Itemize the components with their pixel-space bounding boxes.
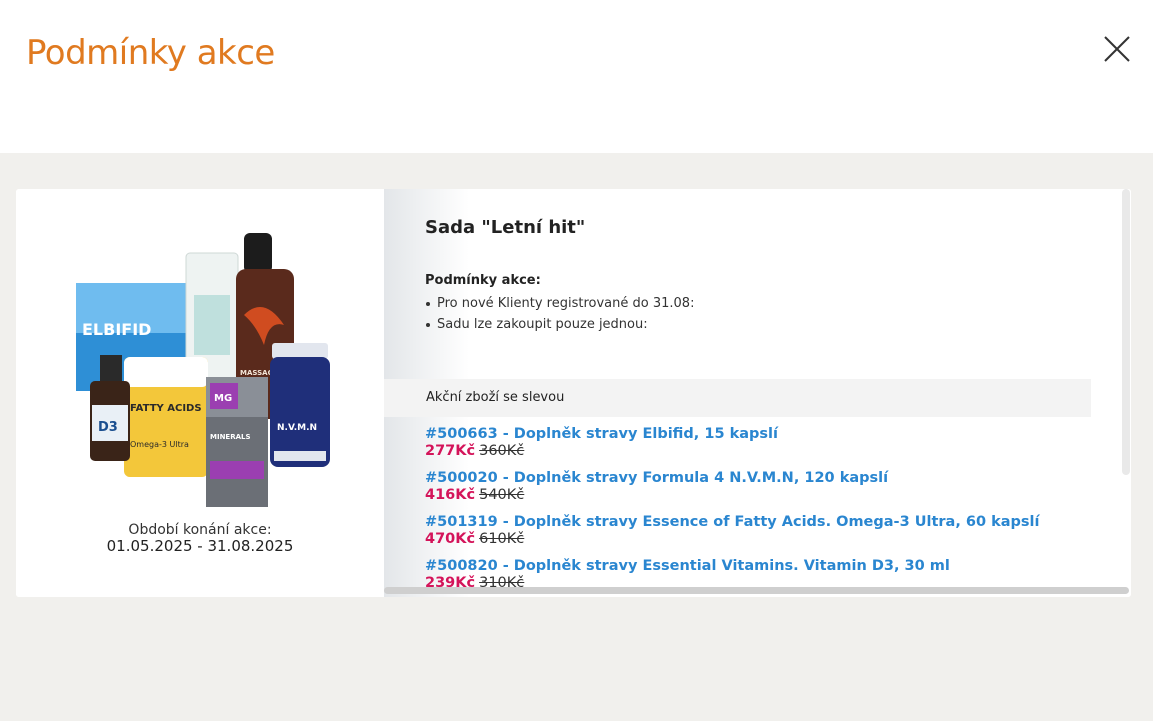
- product-link[interactable]: #500020 - Doplněk stravy Formula 4 N.V.M…: [425, 469, 1085, 487]
- price-new: 416Kč: [425, 487, 476, 503]
- minerals-label: MINERALS: [210, 433, 251, 441]
- modal-header: Podmínky akce: [0, 0, 1153, 153]
- elbifid-label: ELBIFID: [82, 320, 151, 339]
- promo-image-panel: ELBIFID MASSAGE BALSAM FATTY ACIDS Omega…: [16, 189, 384, 597]
- product-link[interactable]: #500663 - Doplněk stravy Elbifid, 15 kap…: [425, 425, 1085, 443]
- list-item: #500663 - Doplněk stravy Elbifid, 15 kap…: [425, 425, 1085, 469]
- price-old: 610Kč: [479, 531, 525, 547]
- product-link[interactable]: #501319 - Doplněk stravy Essence of Fatt…: [425, 513, 1085, 531]
- vertical-scrollbar[interactable]: [1122, 189, 1130, 475]
- discount-heading: Akční zboží se slevou: [426, 390, 565, 405]
- price-line: 416Kč 540Kč: [425, 487, 1085, 504]
- promo-card: ELBIFID MASSAGE BALSAM FATTY ACIDS Omega…: [16, 189, 1131, 597]
- price-old: 360Kč: [479, 443, 525, 459]
- price-new: 277Kč: [425, 443, 476, 459]
- close-button[interactable]: [1101, 33, 1133, 65]
- set-title: Sada "Letní hit": [425, 217, 586, 238]
- modal-title: Podmínky akce: [26, 33, 275, 73]
- price-line: 470Kč 610Kč: [425, 531, 1085, 548]
- list-item: #501319 - Doplněk stravy Essence of Fatt…: [425, 513, 1085, 557]
- condition-item: Pro nové Klienty registrované do 31.08:: [425, 293, 694, 314]
- close-icon: [1104, 36, 1130, 62]
- d3-label: D3: [98, 420, 118, 435]
- price-line: 277Kč 360Kč: [425, 443, 1085, 460]
- discount-product-list: #500663 - Doplněk stravy Elbifid, 15 kap…: [425, 425, 1085, 597]
- price-new: 470Kč: [425, 531, 476, 547]
- fatty-label: FATTY ACIDS: [130, 403, 202, 414]
- promo-period-value: 01.05.2025 - 31.08.2025: [106, 537, 294, 555]
- price-old: 540Kč: [479, 487, 525, 503]
- product-link[interactable]: #500820 - Doplněk stravy Essential Vitam…: [425, 557, 1085, 575]
- condition-item: Sadu lze zakoupit pouze jednou:: [425, 314, 694, 335]
- product-bundle-image: ELBIFID MASSAGE BALSAM FATTY ACIDS Omega…: [76, 233, 330, 507]
- discount-section-header: Akční zboží se slevou: [384, 379, 1091, 417]
- mg-label: MG: [214, 393, 232, 404]
- promo-details-panel: Sada "Letní hit" Podmínky akce: Pro nové…: [384, 189, 1131, 597]
- promo-period-label: Období konání akce:: [128, 522, 272, 538]
- horizontal-scrollbar[interactable]: [384, 587, 1129, 594]
- conditions-heading: Podmínky akce:: [425, 273, 541, 288]
- nvmn-label: N.V.M.N: [277, 423, 317, 433]
- omega-label: Omega-3 Ultra: [130, 440, 189, 449]
- conditions-list: Pro nové Klienty registrované do 31.08: …: [425, 293, 694, 335]
- list-item: #500020 - Doplněk stravy Formula 4 N.V.M…: [425, 469, 1085, 513]
